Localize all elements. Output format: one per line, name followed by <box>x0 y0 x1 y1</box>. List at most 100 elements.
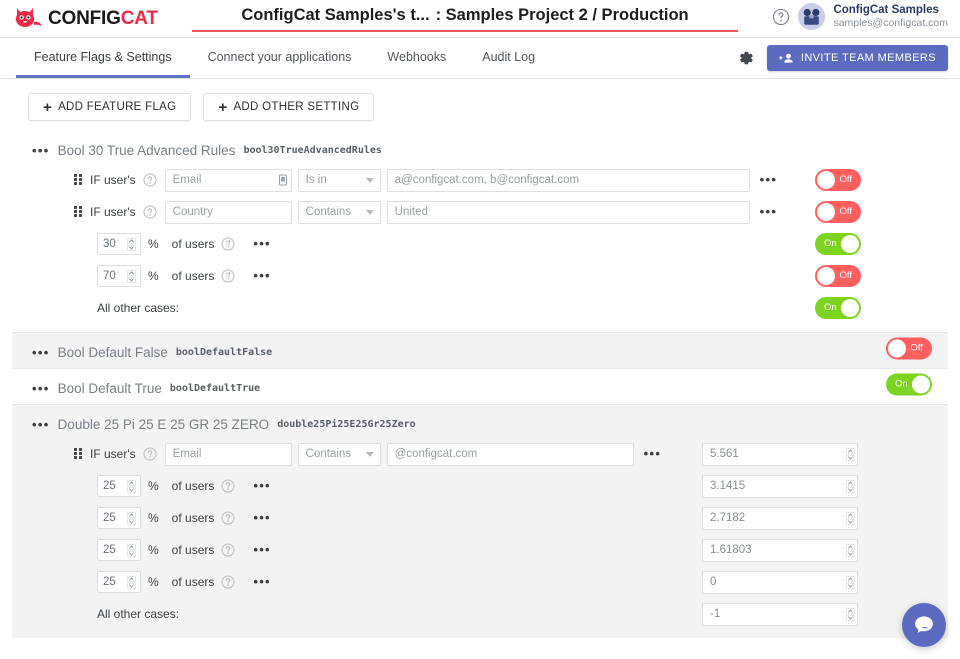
drag-handle-icon[interactable] <box>74 206 83 219</box>
flag-options-menu[interactable]: ••• <box>32 385 50 393</box>
chat-support-button[interactable] <box>902 603 946 647</box>
value-toggle-switch[interactable]: Off <box>815 265 861 287</box>
spinner-down-icon[interactable] <box>127 277 136 283</box>
served-value-number-input[interactable] <box>702 443 858 466</box>
add-other-setting-button[interactable]: + ADD OTHER SETTING <box>203 93 374 121</box>
flag-options-menu[interactable]: ••• <box>32 421 50 429</box>
help-circle-icon[interactable] <box>221 237 235 251</box>
rule-options-menu[interactable]: ••• <box>253 578 271 586</box>
value-toggle-switch[interactable]: On <box>815 297 861 319</box>
spinner-up-icon[interactable] <box>846 544 855 550</box>
percentage-field[interactable] <box>98 508 124 528</box>
served-value-number-input[interactable] <box>702 475 858 498</box>
number-spinner[interactable] <box>843 604 857 625</box>
help-circle-icon[interactable] <box>221 575 235 589</box>
spinner-up-icon[interactable] <box>127 512 136 518</box>
served-value-number-input[interactable] <box>702 603 858 626</box>
percentage-input[interactable] <box>97 539 141 561</box>
number-spinner[interactable] <box>124 508 138 528</box>
spinner-down-icon[interactable] <box>846 455 855 461</box>
served-value-number-input[interactable] <box>702 539 858 562</box>
help-circle-icon[interactable] <box>221 511 235 525</box>
value-toggle-switch[interactable]: On <box>815 233 861 255</box>
comparator-select[interactable]: Contains <box>298 201 381 224</box>
spinner-up-icon[interactable] <box>127 480 136 486</box>
spinner-down-icon[interactable] <box>846 487 855 493</box>
served-value-number-input[interactable] <box>702 571 858 594</box>
help-circle-icon[interactable] <box>143 447 157 461</box>
spinner-down-icon[interactable] <box>127 487 136 493</box>
percentage-input[interactable] <box>97 475 141 497</box>
user-account-area[interactable]: ConfigCat Samples samples@configcat.com <box>772 3 948 31</box>
rule-options-menu[interactable]: ••• <box>760 208 778 216</box>
tab-feature-flags-settings[interactable]: Feature Flags & Settings <box>16 38 190 78</box>
served-value-field[interactable] <box>703 444 843 465</box>
rule-options-menu[interactable]: ••• <box>253 272 271 280</box>
value-toggle-switch[interactable]: Off <box>815 201 861 223</box>
add-feature-flag-button[interactable]: + ADD FEATURE FLAG <box>28 93 191 121</box>
question-circle-icon[interactable] <box>772 8 790 26</box>
number-spinner[interactable] <box>843 476 857 497</box>
number-spinner[interactable] <box>843 444 857 465</box>
spinner-up-icon[interactable] <box>846 608 855 614</box>
tab-connect-your-applications[interactable]: Connect your applications <box>190 38 370 78</box>
number-spinner[interactable] <box>124 540 138 560</box>
served-value-field[interactable] <box>703 572 843 593</box>
spinner-down-icon[interactable] <box>127 519 136 525</box>
spinner-up-icon[interactable] <box>846 576 855 582</box>
spinner-up-icon[interactable] <box>127 576 136 582</box>
tab-webhooks[interactable]: Webhooks <box>369 38 464 78</box>
spinner-down-icon[interactable] <box>127 551 136 557</box>
percentage-field[interactable] <box>98 572 124 592</box>
comparison-value-input[interactable] <box>387 443 634 466</box>
percentage-input[interactable] <box>97 571 141 593</box>
served-value-field[interactable] <box>703 476 843 497</box>
gear-icon[interactable] <box>737 49 755 67</box>
rule-options-menu[interactable]: ••• <box>253 546 271 554</box>
percentage-field[interactable] <box>98 540 124 560</box>
number-spinner[interactable] <box>124 234 138 254</box>
help-circle-icon[interactable] <box>221 479 235 493</box>
rule-options-menu[interactable]: ••• <box>253 482 271 490</box>
number-spinner[interactable] <box>124 572 138 592</box>
comparator-select[interactable]: Contains <box>298 443 381 466</box>
spinner-down-icon[interactable] <box>127 245 136 251</box>
spinner-up-icon[interactable] <box>846 480 855 486</box>
value-toggle-switch[interactable]: Off <box>886 337 932 359</box>
help-circle-icon[interactable] <box>143 173 157 187</box>
spinner-down-icon[interactable] <box>846 583 855 589</box>
spinner-down-icon[interactable] <box>846 519 855 525</box>
rule-options-menu[interactable]: ••• <box>644 450 662 458</box>
flag-options-menu[interactable]: ••• <box>32 349 50 357</box>
spinner-up-icon[interactable] <box>127 270 136 276</box>
drag-handle-icon[interactable] <box>74 448 83 461</box>
attribute-picker-icon[interactable] <box>279 175 287 186</box>
served-value-number-input[interactable] <box>702 507 858 530</box>
flag-options-menu[interactable]: ••• <box>32 147 50 155</box>
spinner-down-icon[interactable] <box>846 615 855 621</box>
rule-options-menu[interactable]: ••• <box>760 176 778 184</box>
drag-handle-icon[interactable] <box>74 174 83 187</box>
percentage-input[interactable] <box>97 265 141 287</box>
spinner-up-icon[interactable] <box>127 238 136 244</box>
number-spinner[interactable] <box>843 508 857 529</box>
percentage-input[interactable] <box>97 507 141 529</box>
help-circle-icon[interactable] <box>143 205 157 219</box>
served-value-field[interactable] <box>703 604 843 625</box>
spinner-up-icon[interactable] <box>846 448 855 454</box>
number-spinner[interactable] <box>843 540 857 561</box>
value-toggle-switch[interactable]: Off <box>815 169 861 191</box>
help-circle-icon[interactable] <box>221 543 235 557</box>
number-spinner[interactable] <box>843 572 857 593</box>
percentage-field[interactable] <box>98 234 124 254</box>
comparison-value-input[interactable] <box>387 201 750 224</box>
value-toggle-switch[interactable]: On <box>886 373 932 395</box>
percentage-input[interactable] <box>97 233 141 255</box>
brand-logo[interactable]: CONFIGCAT <box>0 6 158 32</box>
served-value-field[interactable] <box>703 540 843 561</box>
help-circle-icon[interactable] <box>221 269 235 283</box>
comparison-attribute-input[interactable] <box>165 169 292 192</box>
tab-audit-log[interactable]: Audit Log <box>464 38 553 78</box>
number-spinner[interactable] <box>124 266 138 286</box>
comparison-attribute-input[interactable] <box>165 443 292 466</box>
